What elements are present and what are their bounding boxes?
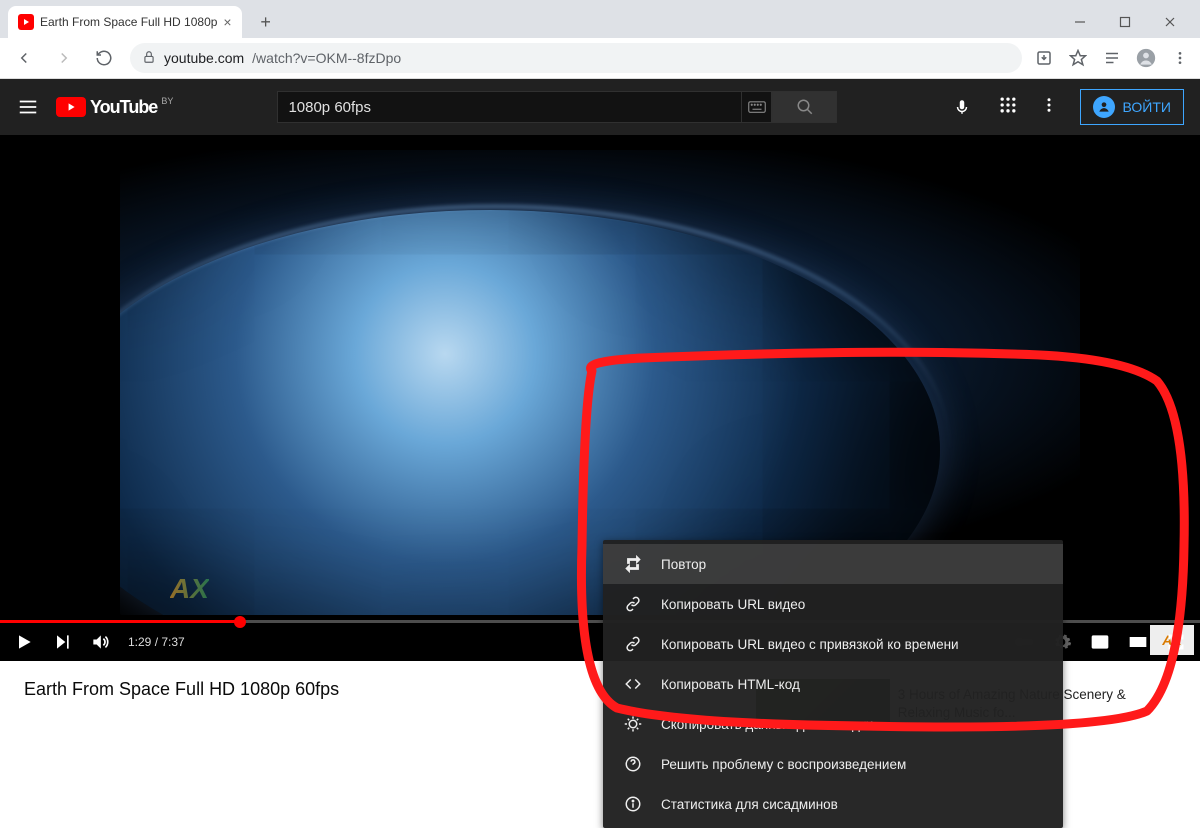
video-context-menu: Повтор Копировать URL видео Копировать URL… — [603, 540, 1063, 828]
volume-button[interactable] — [90, 632, 110, 652]
next-button[interactable] — [52, 632, 72, 652]
avatar-icon — [1093, 96, 1115, 118]
window-controls — [1057, 7, 1192, 37]
reload-button[interactable] — [90, 44, 118, 72]
loop-icon — [623, 554, 643, 574]
tab-title: Earth From Space Full HD 1080p — [40, 15, 217, 29]
star-icon[interactable] — [1068, 48, 1088, 68]
reading-list-icon[interactable] — [1102, 48, 1122, 68]
context-menu-item[interactable]: Решить проблему с воспроизведением — [603, 744, 1063, 784]
url-domain: youtube.com — [164, 50, 244, 66]
url-path: /watch?v=OKM--8fzDpo — [252, 50, 401, 66]
search-button[interactable] — [772, 91, 837, 123]
close-window-button[interactable] — [1147, 7, 1192, 37]
close-icon[interactable]: × — [223, 14, 231, 30]
maximize-button[interactable] — [1102, 7, 1147, 37]
context-menu-label: Копировать URL видео — [661, 597, 805, 612]
play-button[interactable] — [14, 632, 34, 652]
info-icon — [623, 794, 643, 814]
context-menu-item[interactable]: Копировать HTML-код — [603, 664, 1063, 704]
search-box: 1080p 60fps — [277, 91, 837, 123]
address-bar: youtube.com/watch?v=OKM--8fzDpo — [0, 38, 1200, 78]
keyboard-icon[interactable] — [742, 91, 772, 123]
lock-icon — [142, 50, 156, 67]
context-menu-label: Скопировать данные для отладки — [661, 717, 873, 732]
browser-chrome: Earth From Space Full HD 1080p × + youtu… — [0, 0, 1200, 79]
context-menu-label: Повтор — [661, 557, 706, 572]
menu-icon[interactable] — [16, 95, 40, 119]
help-icon — [623, 754, 643, 774]
time-display: 1:29 / 7:37 — [128, 635, 185, 649]
code-icon — [623, 674, 643, 694]
video-player-region: AX AX 1:29 / 7:37 ПовторКопировать URL в… — [0, 135, 1200, 661]
install-icon[interactable] — [1034, 48, 1054, 68]
settings-menu-icon[interactable] — [1040, 96, 1058, 119]
context-menu-item[interactable]: Повтор — [603, 544, 1063, 584]
youtube-masthead: YouTube BY 1080p 60fps ВОЙТИ — [0, 79, 1200, 135]
apps-icon[interactable] — [998, 95, 1018, 120]
theater-button[interactable] — [1128, 632, 1148, 652]
fullscreen-button[interactable] — [1166, 632, 1186, 652]
sign-in-label: ВОЙТИ — [1123, 99, 1171, 115]
country-code: BY — [161, 96, 173, 106]
link-icon — [623, 594, 643, 614]
sign-in-button[interactable]: ВОЙТИ — [1080, 89, 1184, 125]
minimize-button[interactable] — [1057, 7, 1102, 37]
forward-button[interactable] — [50, 44, 78, 72]
back-button[interactable] — [10, 44, 38, 72]
miniplayer-button[interactable] — [1090, 632, 1110, 652]
video-title: Earth From Space Full HD 1080p 60fps — [24, 679, 339, 700]
context-menu-label: Копировать URL видео с привязкой ко врем… — [661, 637, 959, 652]
link-icon — [623, 634, 643, 654]
youtube-logo-text: YouTube — [90, 97, 157, 118]
channel-watermark-overlay: AX — [170, 573, 209, 605]
bug-icon — [623, 714, 643, 734]
context-menu-item[interactable]: Статистика для сисадминов — [603, 784, 1063, 824]
context-menu-item[interactable]: Копировать URL видео — [603, 584, 1063, 624]
tab-strip: Earth From Space Full HD 1080p × + — [0, 0, 1200, 38]
context-menu-item[interactable]: Скопировать данные для отладки — [603, 704, 1063, 744]
browser-menu-icon[interactable] — [1170, 48, 1190, 68]
voice-search-button[interactable] — [942, 87, 982, 127]
search-input[interactable]: 1080p 60fps — [277, 91, 742, 123]
profile-icon[interactable] — [1136, 48, 1156, 68]
browser-tab[interactable]: Earth From Space Full HD 1080p × — [8, 6, 242, 38]
context-menu-label: Копировать HTML-код — [661, 677, 800, 692]
context-menu-label: Решить проблему с воспроизведением — [661, 757, 906, 772]
new-tab-button[interactable]: + — [252, 8, 280, 36]
youtube-favicon — [18, 14, 34, 30]
url-field[interactable]: youtube.com/watch?v=OKM--8fzDpo — [130, 43, 1022, 73]
context-menu-label: Статистика для сисадминов — [661, 797, 838, 812]
youtube-logo[interactable]: YouTube BY — [56, 97, 173, 118]
context-menu-item[interactable]: Копировать URL видео с привязкой ко врем… — [603, 624, 1063, 664]
youtube-play-icon — [56, 97, 86, 117]
